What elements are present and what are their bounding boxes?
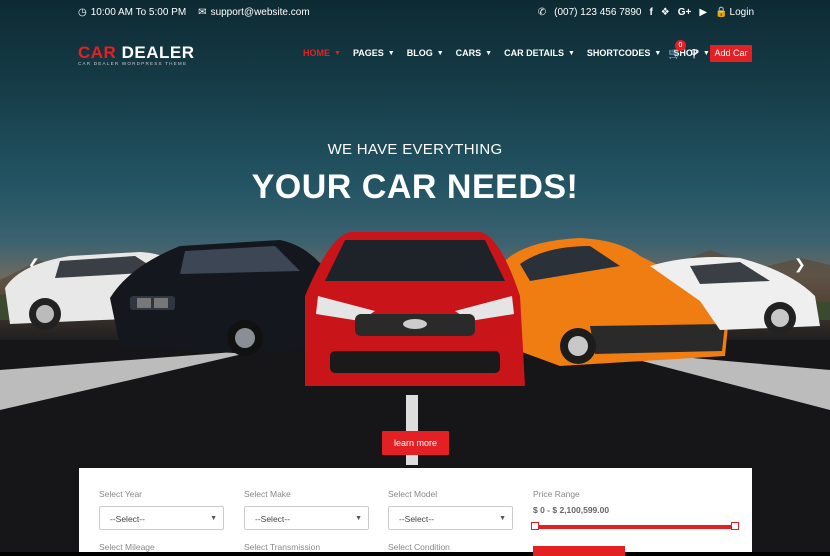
chevron-down-icon: ▼ bbox=[334, 49, 341, 57]
year-label: Select Year bbox=[99, 489, 143, 499]
chevron-down-icon: ▼ bbox=[567, 49, 575, 57]
logo-dealer-text: DEALER bbox=[121, 43, 195, 62]
red-sedan bbox=[305, 232, 525, 386]
support-email[interactable]: support@website.com bbox=[211, 7, 310, 18]
nav-item-car-details[interactable]: CAR DETAILS ▼ bbox=[504, 48, 575, 58]
logo-car-text: CAR bbox=[78, 43, 117, 62]
logo-tagline: CAR DEALER WORDPRESS THEME bbox=[78, 61, 188, 66]
year-select-value: --Select-- bbox=[110, 514, 145, 524]
mileage-label: Select Mileage bbox=[99, 542, 155, 552]
make-select[interactable]: --Select-- ▼ bbox=[244, 506, 369, 530]
nav-item-blog[interactable]: BLOG ▼ bbox=[407, 48, 444, 58]
nav-item-cars[interactable]: CARS ▼ bbox=[456, 48, 492, 58]
add-car-button[interactable]: Add Car bbox=[710, 45, 752, 62]
orange-hatchback bbox=[500, 238, 729, 366]
chevron-down-icon: ▼ bbox=[499, 515, 506, 522]
learn-more-button[interactable]: learn more bbox=[382, 431, 449, 455]
car-search-panel: Select Year --Select-- ▼ Select Make --Se… bbox=[79, 468, 752, 556]
cart-button[interactable]: 🛒 0 bbox=[668, 40, 686, 60]
business-hours: 10:00 AM To 5:00 PM bbox=[90, 7, 187, 18]
nav-label: SHORTCODES bbox=[586, 48, 651, 58]
price-max-handle[interactable] bbox=[731, 522, 739, 530]
envelope-icon: ✉ bbox=[198, 6, 207, 18]
year-filter: Select Year bbox=[99, 489, 142, 499]
make-filter: Select Make bbox=[244, 489, 291, 499]
model-label: Select Model bbox=[388, 489, 438, 499]
search-button[interactable] bbox=[533, 546, 625, 556]
clock-icon: ◷ bbox=[78, 6, 87, 18]
main-nav: HOME ▼ PAGES ▼ BLOG ▼ CARS ▼ CAR DETAILS ▼ SH… bbox=[303, 48, 722, 58]
chevron-down-icon: ▼ bbox=[387, 49, 395, 57]
year-select[interactable]: --Select-- ▼ bbox=[99, 506, 224, 530]
chevron-down-icon: ▼ bbox=[702, 49, 710, 57]
make-select-value: --Select-- bbox=[255, 514, 290, 524]
price-min-handle[interactable] bbox=[531, 522, 539, 530]
transmission-label: Select Transmission bbox=[244, 542, 321, 552]
model-select[interactable]: --Select-- ▼ bbox=[388, 506, 513, 530]
condition-label: Select Condition bbox=[388, 542, 450, 552]
phone-icon: ✆ bbox=[537, 6, 547, 18]
chevron-down-icon: ▼ bbox=[485, 49, 493, 57]
nav-label: CAR DETAILS bbox=[504, 48, 564, 58]
google-plus-icon[interactable]: G+ bbox=[678, 7, 692, 18]
price-range-label: Price Range bbox=[533, 489, 580, 499]
logo[interactable]: CAR DEALER CAR DEALER WORDPRESS THEME bbox=[78, 43, 195, 66]
price-range-slider[interactable] bbox=[531, 522, 739, 530]
hero-subtitle: WE HAVE EVERYTHING bbox=[327, 141, 503, 158]
phone-number[interactable]: (007) 123 456 7890 bbox=[554, 7, 641, 18]
nav-item-pages[interactable]: PAGES ▼ bbox=[353, 48, 395, 58]
chevron-down-icon: ▼ bbox=[654, 49, 662, 57]
search-icon[interactable]: ⚲ bbox=[690, 47, 698, 60]
nav-label: HOME bbox=[303, 48, 330, 58]
nav-label: CARS bbox=[455, 48, 482, 58]
hero-title: YOUR CAR NEEDS! bbox=[251, 168, 579, 206]
model-select-value: --Select-- bbox=[399, 514, 434, 524]
youtube-icon[interactable]: ▶ bbox=[699, 7, 707, 18]
login-label: Login bbox=[729, 7, 754, 18]
chevron-down-icon: ▼ bbox=[355, 515, 362, 522]
chevron-down-icon: ▼ bbox=[436, 49, 444, 57]
twitter-icon[interactable]: ❖ bbox=[661, 7, 670, 18]
nav-label: BLOG bbox=[406, 48, 433, 58]
cart-count-badge: 0 bbox=[675, 40, 686, 51]
nav-label: PAGES bbox=[352, 48, 384, 58]
facebook-icon[interactable]: f bbox=[649, 7, 652, 18]
top-bar: ◷ 10:00 AM To 5:00 PM ✉ support@website.… bbox=[0, 0, 830, 26]
price-filter: Price Range $ 0 - $ 2,100,599.00 bbox=[531, 489, 743, 530]
nav-item-shortcodes[interactable]: SHORTCODES ▼ bbox=[587, 48, 661, 58]
login-link[interactable]: 🔒 Login bbox=[715, 7, 754, 18]
chevron-down-icon: ▼ bbox=[210, 515, 217, 522]
lock-icon: 🔒 bbox=[715, 6, 728, 18]
make-label: Select Make bbox=[244, 489, 291, 499]
cars-lineup-image bbox=[5, 232, 820, 386]
nav-item-home[interactable]: HOME ▼ bbox=[303, 48, 341, 58]
price-range-value: $ 0 - $ 2,100,599.00 bbox=[533, 505, 610, 515]
model-filter: Select Model bbox=[388, 489, 437, 499]
